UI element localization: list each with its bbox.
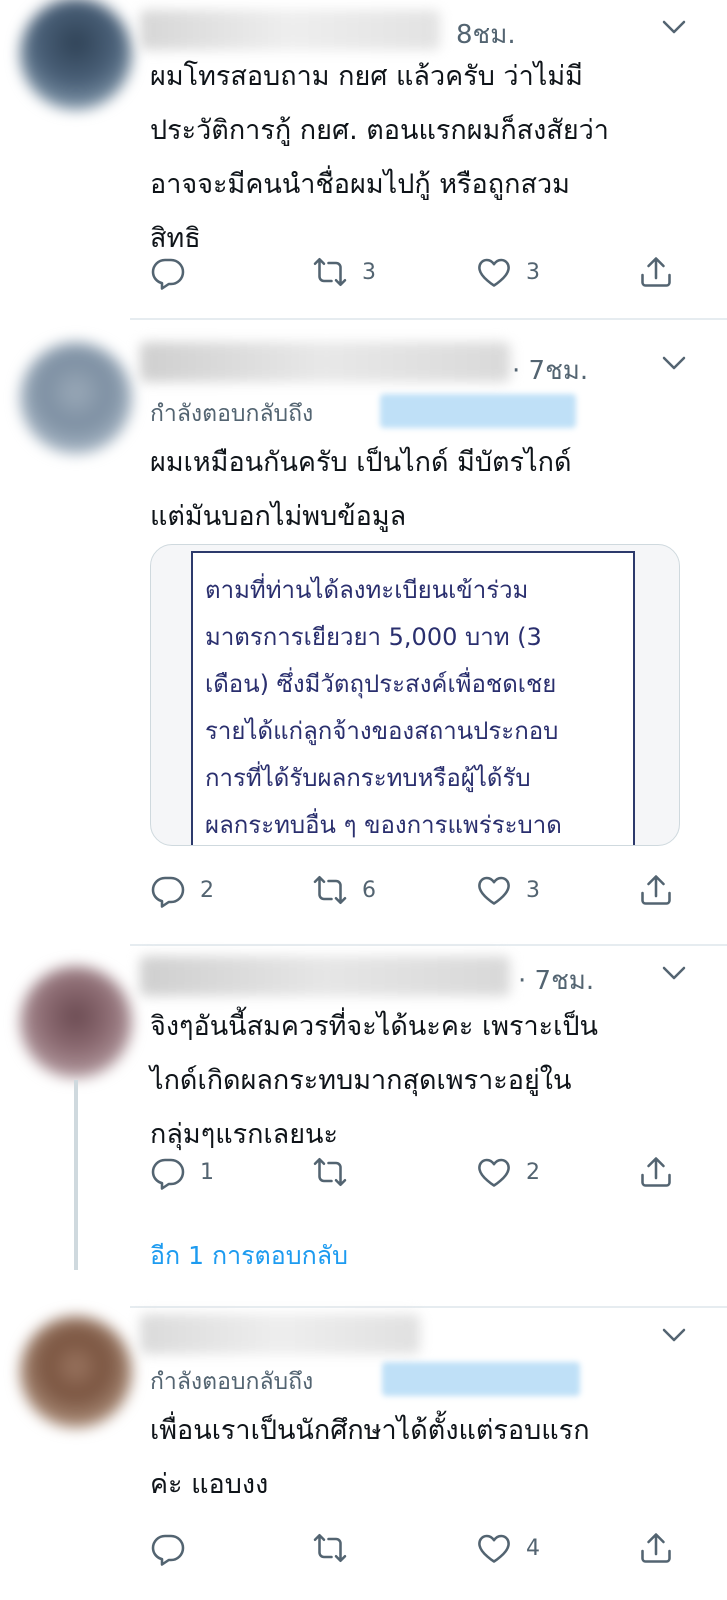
tweet-timestamp[interactable]: 8ชม. (456, 14, 516, 55)
tweet-text: จิงๆอันนี้สมควรที่จะได้นะคะ เพราะเป็น ไก… (150, 1011, 598, 1150)
retweet-icon (312, 1530, 348, 1566)
like-button[interactable]: 2 (476, 1154, 540, 1190)
tweet[interactable]: · 7ชม. กำลังตอบกลับถึง ผมเหมือนกันครับ เ… (0, 320, 727, 942)
share-icon (638, 1154, 674, 1190)
share-button[interactable] (638, 872, 674, 908)
reply-button[interactable]: 1 (150, 1154, 214, 1190)
share-icon (638, 1530, 674, 1566)
replying-to-handle[interactable] (382, 1362, 580, 1396)
image-text: ตามที่ท่านได้ลงทะเบียนเข้าร่วม มาตรการเย… (205, 576, 562, 839)
reply-button[interactable] (150, 254, 200, 290)
replying-to-label: กำลังตอบกลับถึง (150, 401, 314, 427)
like-button[interactable]: 3 (476, 254, 540, 290)
heart-icon (476, 254, 512, 290)
author-name[interactable] (140, 956, 510, 996)
chevron-down-icon[interactable] (659, 348, 689, 378)
tweet-image[interactable]: ตามที่ท่านได้ลงทะเบียนเข้าร่วม มาตรการเย… (150, 544, 680, 846)
reply-icon (150, 1530, 186, 1566)
author-name[interactable] (140, 342, 510, 382)
replying-to-label: กำลังตอบกลับถึง (150, 1369, 314, 1395)
retweet-icon (312, 872, 348, 908)
heart-icon (476, 1530, 512, 1566)
share-icon (638, 254, 674, 290)
tweet-actions: 1 2 (150, 1154, 710, 1194)
chevron-down-icon[interactable] (659, 1320, 689, 1350)
share-button[interactable] (638, 1154, 674, 1190)
heart-icon (476, 1154, 512, 1190)
tweet-timestamp[interactable]: · 7ชม. (512, 350, 588, 391)
retweet-button[interactable] (312, 1154, 362, 1190)
avatar[interactable] (20, 966, 132, 1078)
retweet-button[interactable]: 6 (312, 872, 376, 908)
tweet-text: ผมโทรสอบถาม กยศ แล้วครับ ว่าไม่มี ประวัต… (150, 61, 609, 254)
avatar[interactable] (20, 0, 132, 110)
heart-icon (476, 872, 512, 908)
share-icon (638, 872, 674, 908)
reply-icon (150, 872, 186, 908)
replying-to-handle[interactable] (380, 394, 576, 428)
retweet-button[interactable]: 3 (312, 254, 376, 290)
avatar[interactable] (20, 1316, 132, 1428)
show-more-replies-link[interactable]: อีก 1 การตอบกลับ (150, 1236, 348, 1276)
tweet-text: เพื่อนเราเป็นนักศึกษาได้ตั้งแต่รอบแรก ค่… (150, 1415, 590, 1500)
reply-button[interactable] (150, 1530, 200, 1566)
avatar[interactable] (20, 342, 132, 454)
tweet-text: ผมเหมือนกันครับ เป็นไกด์ มีบัตรไกด์ แต่ม… (150, 447, 572, 532)
chevron-down-icon[interactable] (659, 958, 689, 988)
tweet-actions: 2 6 3 (150, 872, 710, 912)
chevron-down-icon[interactable] (659, 12, 689, 42)
tweet[interactable]: 8ชม. ผมโทรสอบถาม กยศ แล้วครับ ว่าไม่มี ป… (0, 0, 727, 318)
like-button[interactable]: 3 (476, 872, 540, 908)
like-button[interactable]: 4 (476, 1530, 540, 1566)
share-button[interactable] (638, 1530, 674, 1566)
retweet-icon (312, 1154, 348, 1190)
image-document: ตามที่ท่านได้ลงทะเบียนเข้าร่วม มาตรการเย… (191, 551, 635, 845)
share-button[interactable] (638, 254, 674, 290)
tweet[interactable]: · 7ชม. จิงๆอันนี้สมควรที่จะได้นะคะ เพราะ… (0, 946, 727, 1306)
reply-icon (150, 254, 186, 290)
tweet-timestamp[interactable]: · 7ชม. (518, 960, 594, 1001)
retweet-button[interactable] (312, 1530, 362, 1566)
reply-button[interactable]: 2 (150, 872, 214, 908)
retweet-icon (312, 254, 348, 290)
tweet-actions: 3 3 (150, 254, 710, 294)
tweet[interactable]: กำลังตอบกลับถึง เพื่อนเราเป็นนักศึกษาได้… (0, 1308, 727, 1600)
author-name[interactable] (140, 10, 440, 50)
thread-line (74, 1080, 78, 1270)
reply-icon (150, 1154, 186, 1190)
tweet-actions: 4 (150, 1530, 710, 1570)
author-name[interactable] (140, 1314, 420, 1354)
